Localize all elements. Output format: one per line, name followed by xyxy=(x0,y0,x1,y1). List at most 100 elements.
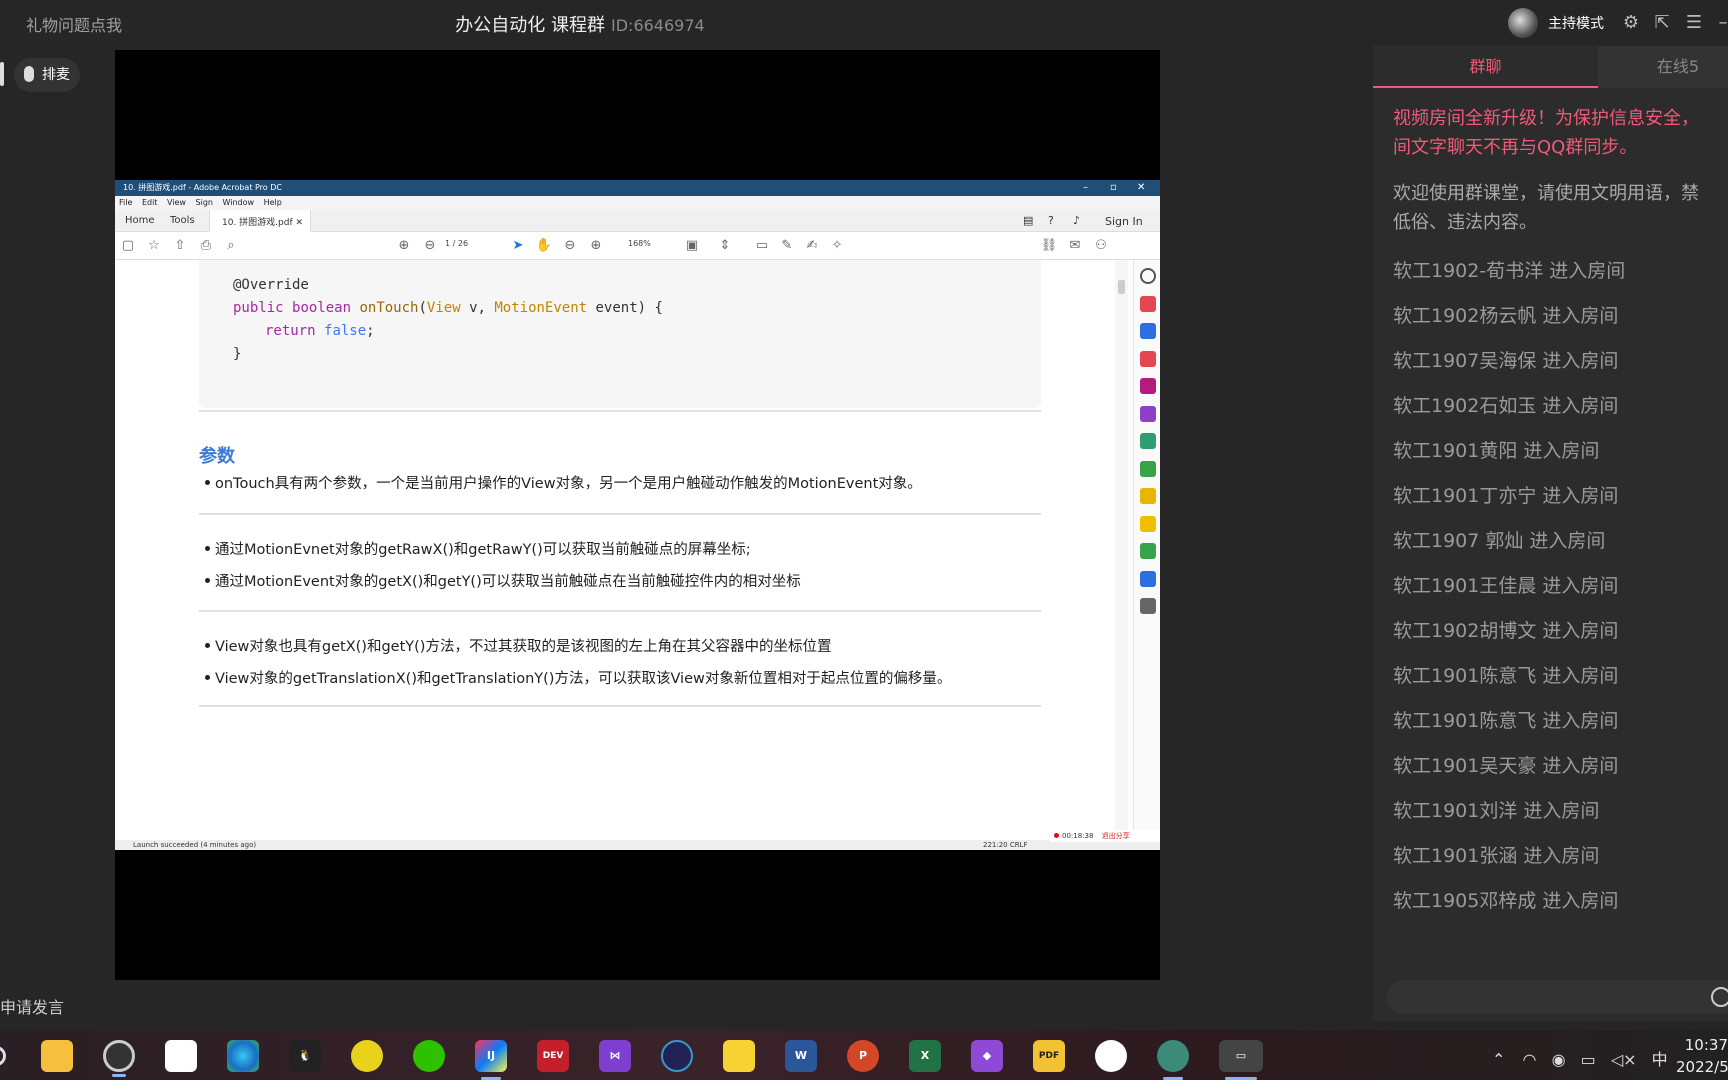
zoom-out-icon[interactable]: ⊖ xyxy=(561,237,579,255)
queue-mic-button[interactable]: 排麦 xyxy=(14,58,80,92)
more-tools-icon[interactable] xyxy=(1140,598,1156,614)
app-icon[interactable] xyxy=(1095,1040,1127,1072)
volume-icon[interactable]: ◁× xyxy=(1611,1050,1637,1069)
bell-icon[interactable]: ♪ xyxy=(1073,214,1080,227)
page-current[interactable]: 1 xyxy=(445,239,450,248)
shield-icon[interactable] xyxy=(1140,571,1156,587)
zoom-level[interactable]: 168% xyxy=(628,239,651,248)
print-production-icon[interactable] xyxy=(1140,543,1156,559)
help-icon[interactable]: ? xyxy=(1048,214,1054,227)
classroom-app-icon[interactable]: ▭ xyxy=(1219,1040,1263,1080)
search-icon[interactable]: ⌕ xyxy=(222,237,240,255)
edge-icon[interactable] xyxy=(227,1040,259,1072)
add-user-icon[interactable]: ⚇ xyxy=(1092,237,1110,255)
excel-icon[interactable]: X xyxy=(909,1040,941,1072)
tab-group-chat[interactable]: 群聊 xyxy=(1373,46,1598,88)
ime-indicator[interactable]: 中 xyxy=(1652,1050,1668,1069)
organize-pages-icon[interactable] xyxy=(1140,378,1156,394)
file-explorer-icon[interactable] xyxy=(41,1040,73,1072)
export-pdf-icon[interactable] xyxy=(1140,323,1156,339)
list-item: onTouch具有两个参数，一个是当前用户操作的View对象，另一个是用户触碰动… xyxy=(205,472,922,493)
sticky-notes-icon[interactable] xyxy=(723,1040,755,1072)
intellij-icon[interactable]: IJ xyxy=(475,1040,507,1080)
tab-online[interactable]: 在线5 xyxy=(1598,46,1728,88)
close-icon[interactable]: ✕ xyxy=(1137,180,1145,196)
menu-file[interactable]: File xyxy=(119,198,132,207)
visual-studio-icon[interactable]: ⋈ xyxy=(599,1040,631,1072)
highlight-icon[interactable]: ✎ xyxy=(778,237,796,255)
music-app-icon[interactable] xyxy=(351,1040,383,1072)
battery-icon[interactable]: ▭ xyxy=(1581,1050,1596,1069)
app-icon[interactable] xyxy=(1157,1040,1189,1080)
qq-tray-icon[interactable]: ◉ xyxy=(1552,1050,1566,1069)
zoom-tool-icon[interactable] xyxy=(1140,268,1156,284)
sign-in-button[interactable]: Sign In xyxy=(1105,215,1143,228)
baidu-netdisk-icon[interactable] xyxy=(165,1040,197,1072)
comment-pane-icon[interactable] xyxy=(1140,516,1156,532)
word-icon[interactable]: W xyxy=(785,1040,817,1072)
stamp-icon[interactable]: ✧ xyxy=(828,237,846,255)
tab-document[interactable]: 10. 拼图游戏.pdf ✕ xyxy=(209,210,311,232)
print-icon[interactable]: ⎙ xyxy=(197,237,215,255)
comment-tool-icon[interactable]: ▭ xyxy=(753,237,771,255)
recording-badge[interactable]: 00:18:38 退出分享 xyxy=(1050,830,1160,842)
save-icon[interactable]: ▢ xyxy=(119,237,137,255)
page-down-icon[interactable]: ⊖ xyxy=(421,237,439,255)
page-up-icon[interactable]: ⊕ xyxy=(395,237,413,255)
scrollbar[interactable] xyxy=(1115,260,1128,840)
menu-window[interactable]: Window xyxy=(223,198,255,207)
devcpp-icon[interactable]: DEV xyxy=(537,1040,569,1072)
wechat-icon[interactable] xyxy=(413,1040,445,1072)
close-tab-icon[interactable]: ✕ xyxy=(296,218,304,228)
obsidian-icon[interactable]: ◆ xyxy=(971,1040,1003,1072)
upload-icon[interactable]: ⇧ xyxy=(171,237,189,255)
chat-input[interactable] xyxy=(1387,980,1728,1014)
pdf-app-icon[interactable]: PDF xyxy=(1033,1040,1065,1072)
popout-icon[interactable]: ⇱ xyxy=(1651,12,1673,34)
qq-icon[interactable]: 🐧 xyxy=(289,1040,321,1072)
app-icon[interactable] xyxy=(661,1040,693,1072)
wifi-icon[interactable]: ◠ xyxy=(1523,1050,1537,1069)
menu-help[interactable]: Help xyxy=(264,198,282,207)
maximize-icon[interactable]: ▫ xyxy=(1110,180,1117,196)
comment-icon[interactable]: ▤ xyxy=(1023,214,1033,227)
select-cursor-icon[interactable]: ➤ xyxy=(509,237,527,255)
search-icon[interactable] xyxy=(0,1046,6,1066)
acrobat-toolbar: ▢ ☆ ⇧ ⎙ ⌕ ⊕ ⊖ 1 / 26 ➤ ✋ ⊖ ⊕ 168% ▣ ⇕ ▭ … xyxy=(115,232,1160,260)
fit-page-icon[interactable]: ▣ xyxy=(683,237,701,255)
menu-icon[interactable]: ☰ xyxy=(1683,12,1705,34)
hand-tool-icon[interactable]: ✋ xyxy=(535,237,553,255)
code-line: return false; xyxy=(265,323,375,339)
chevron-up-icon[interactable]: ⌃ xyxy=(1492,1050,1505,1069)
minimize-icon[interactable]: – xyxy=(1083,180,1088,196)
page-indicator[interactable]: 1 / 26 xyxy=(445,239,468,248)
edit-pdf-icon[interactable] xyxy=(1140,351,1156,367)
clock[interactable]: 10:37 2022/5 xyxy=(1676,1034,1728,1078)
exit-share-button[interactable]: 退出分享 xyxy=(1102,832,1130,840)
tab-home[interactable]: Home xyxy=(125,215,155,226)
create-pdf-icon[interactable] xyxy=(1140,296,1156,312)
avatar[interactable] xyxy=(1508,8,1538,38)
send-review-icon[interactable] xyxy=(1140,433,1156,449)
minimize-icon[interactable]: – xyxy=(1712,12,1728,34)
compare-icon[interactable] xyxy=(1140,461,1156,477)
emoji-icon[interactable] xyxy=(1711,987,1728,1007)
menu-view[interactable]: View xyxy=(167,198,186,207)
protect-icon[interactable] xyxy=(1140,488,1156,504)
tab-tools[interactable]: Tools xyxy=(170,215,195,226)
zoom-in-icon[interactable]: ⊕ xyxy=(587,237,605,255)
apply-speak-button[interactable]: 申请发言 xyxy=(0,994,64,1018)
menu-sign[interactable]: Sign xyxy=(196,198,213,207)
fill-sign-icon[interactable] xyxy=(1140,406,1156,422)
powerpoint-icon[interactable]: P xyxy=(847,1040,879,1072)
menu-edit[interactable]: Edit xyxy=(142,198,158,207)
star-icon[interactable]: ☆ xyxy=(145,237,163,255)
host-mode-label[interactable]: 主持模式 xyxy=(1548,13,1604,33)
draw-icon[interactable]: ✍ xyxy=(803,237,821,255)
link-icon[interactable]: ⛓ xyxy=(1040,237,1058,255)
settings-icon[interactable]: ⚙ xyxy=(1620,12,1642,34)
scrollbar-thumb[interactable] xyxy=(1118,280,1125,294)
scroll-mode-icon[interactable]: ⇕ xyxy=(716,237,734,255)
mail-icon[interactable]: ✉ xyxy=(1066,237,1084,255)
obs-icon[interactable] xyxy=(103,1040,135,1077)
